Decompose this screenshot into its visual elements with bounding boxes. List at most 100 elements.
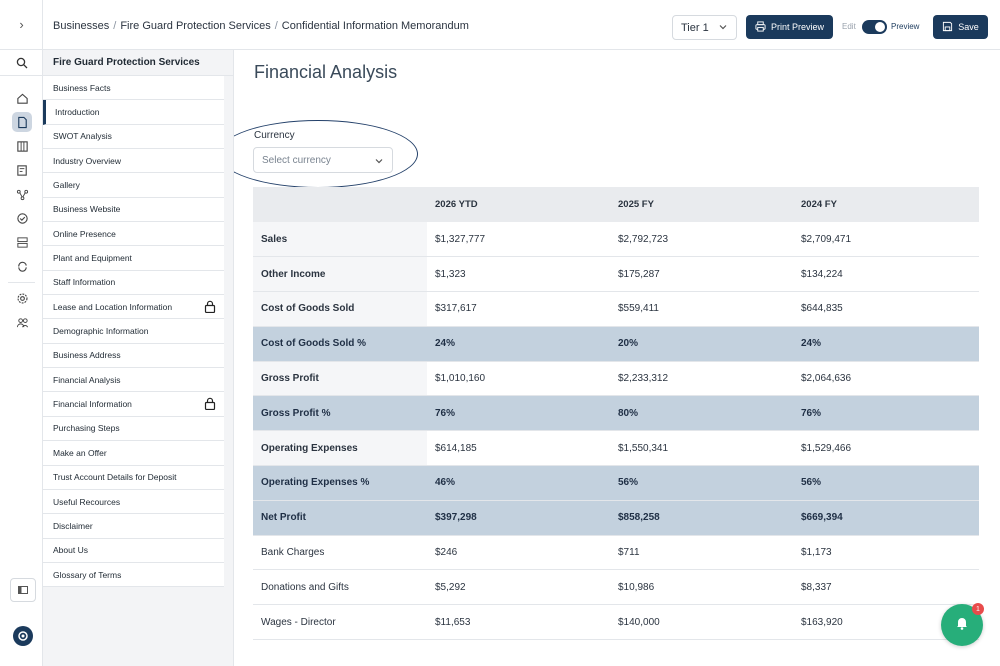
- sidebar-item[interactable]: Disclaimer: [43, 514, 224, 539]
- rail-divider: [8, 282, 35, 283]
- breadcrumb: Businesses / Fire Guard Protection Service…: [53, 20, 469, 32]
- expand-sidebar-icon[interactable]: ›: [0, 0, 43, 50]
- sidebar-item[interactable]: Plant and Equipment: [43, 246, 224, 271]
- sidebar-item[interactable]: Introduction: [43, 100, 224, 125]
- tier-select[interactable]: Tier 1: [672, 15, 737, 40]
- row-value: 24%: [793, 326, 979, 362]
- sidebar-item[interactable]: About Us: [43, 538, 224, 563]
- panel-toggle-icon[interactable]: [10, 578, 36, 602]
- sidebar-item[interactable]: Industry Overview: [43, 149, 224, 174]
- sidebar-item[interactable]: Gallery: [43, 173, 224, 198]
- row-label: Wages - Director: [253, 604, 427, 641]
- app-logo-icon[interactable]: [13, 626, 33, 646]
- sidebar-item[interactable]: Glossary of Terms: [43, 562, 224, 588]
- sidebar-item[interactable]: Staff Information: [43, 270, 224, 296]
- row-label: Donations and Gifts: [253, 569, 427, 606]
- main-content: Financial Analysis Currency Select curre…: [234, 50, 1000, 666]
- table-row: Operating Expenses % 46% 56% 56%: [253, 465, 979, 501]
- sidebar-item-label: Lease and Location Information: [53, 301, 173, 312]
- sidebar-item-label: Staff Information: [53, 277, 116, 288]
- row-value: $1,550,341: [610, 430, 793, 467]
- sidebar-item[interactable]: Business Website: [43, 197, 224, 223]
- row-value: 76%: [793, 395, 979, 432]
- chevron-down-icon: [718, 22, 728, 35]
- lock-icon: [204, 300, 216, 315]
- row-value: $858,258: [610, 500, 793, 536]
- save-button[interactable]: Save: [933, 15, 988, 39]
- table-row: Gross Profit $1,010,160 $2,233,312 $2,064,6…: [253, 361, 979, 397]
- sidebar-item[interactable]: SWOT Analysis: [43, 124, 224, 150]
- row-label: Operating Expenses %: [253, 465, 427, 501]
- row-value: $614,185: [427, 430, 610, 467]
- sidebar-item-label: Plant and Equipment: [53, 253, 132, 264]
- breadcrumb-current: Confidential Information Memorandum: [281, 20, 469, 32]
- row-value: $134,224: [793, 256, 979, 293]
- sidebar-item[interactable]: Business Address: [43, 343, 224, 369]
- save-label: Save: [958, 22, 979, 32]
- column-header: 2026 YTD: [427, 187, 610, 222]
- sidebar-item[interactable]: Lease and Location Information: [43, 295, 224, 320]
- sidebar-item[interactable]: Purchasing Steps: [43, 416, 224, 442]
- server-icon[interactable]: [12, 232, 32, 252]
- row-label: Gross Profit %: [253, 395, 427, 432]
- search-icon[interactable]: [0, 50, 43, 76]
- row-value: 24%: [427, 326, 610, 362]
- table-row: Sales $1,327,777 $2,792,723 $2,709,471: [253, 222, 979, 258]
- sidebar-item-label: Business Facts: [53, 82, 111, 93]
- row-value: 80%: [610, 395, 793, 432]
- sync-icon[interactable]: [12, 256, 32, 276]
- print-preview-button[interactable]: Print Preview: [746, 15, 833, 39]
- sidebar-item-label: Business Website: [53, 204, 121, 215]
- sidebar-item[interactable]: Financial Information: [43, 392, 224, 417]
- edit-list-icon[interactable]: [12, 160, 32, 180]
- table-row: Wages - Director $11,653 $140,000 $163,920: [253, 604, 979, 641]
- gear-icon[interactable]: [12, 288, 32, 308]
- table-row: Bank Charges $246 $711 $1,173: [253, 535, 979, 571]
- row-value: $1,323: [427, 256, 610, 293]
- lock-icon: [204, 397, 216, 412]
- row-value: $1,173: [793, 535, 979, 571]
- table-row: Cost of Goods Sold $317,617 $559,411 $644,8…: [253, 291, 979, 327]
- row-value: $1,529,466: [793, 430, 979, 467]
- store-icon[interactable]: [12, 136, 32, 156]
- table-row: Cost of Goods Sold % 24% 20% 24%: [253, 326, 979, 362]
- sidebar-item[interactable]: Business Facts: [43, 76, 224, 101]
- edit-preview-toggle[interactable]: [862, 20, 887, 34]
- table-row: Gross Profit % 76% 80% 76%: [253, 395, 979, 432]
- row-value: $11,653: [427, 604, 610, 641]
- sidebar-item[interactable]: Demographic Information: [43, 319, 224, 344]
- sidebar-item-label: About Us: [53, 545, 88, 556]
- notification-count-badge: 1: [972, 603, 984, 615]
- sections-sidebar: Fire Guard Protection Services Business …: [43, 50, 234, 666]
- home-icon[interactable]: [12, 88, 32, 108]
- sidebar-item[interactable]: Trust Account Details for Deposit: [43, 465, 224, 490]
- users-icon[interactable]: [12, 312, 32, 332]
- sidebar-item-label: Business Address: [53, 350, 121, 361]
- row-label: Net Profit: [253, 500, 427, 536]
- row-value: $140,000: [610, 604, 793, 641]
- sidebar-item-label: Industry Overview: [53, 155, 122, 166]
- sidebar-item-label: Make an Offer: [53, 447, 107, 458]
- row-label: Cost of Goods Sold: [253, 291, 427, 327]
- bell-icon: [954, 615, 970, 636]
- network-icon[interactable]: [12, 184, 32, 204]
- check-circle-icon[interactable]: [12, 208, 32, 228]
- breadcrumb-businesses[interactable]: Businesses: [53, 20, 109, 32]
- chevron-down-icon: [374, 156, 384, 169]
- sidebar-item[interactable]: Useful Recources: [43, 489, 224, 515]
- currency-placeholder: Select currency: [262, 154, 331, 166]
- save-icon: [942, 21, 953, 34]
- row-value: $1,010,160: [427, 361, 610, 397]
- sidebar-item[interactable]: Financial Analysis: [43, 368, 224, 393]
- row-label: Gross Profit: [253, 361, 427, 397]
- sidebar-item[interactable]: Online Presence: [43, 222, 224, 247]
- sidebar-item-label: Financial Information: [53, 399, 132, 410]
- sidebar-item[interactable]: Make an Offer: [43, 441, 224, 466]
- document-icon[interactable]: [12, 112, 32, 132]
- column-header: [253, 187, 427, 222]
- table-row: Donations and Gifts $5,292 $10,986 $8,337: [253, 569, 979, 606]
- sidebar-item-label: Disclaimer: [53, 520, 93, 531]
- row-value: $2,709,471: [793, 222, 979, 258]
- currency-select[interactable]: Select currency: [253, 147, 393, 173]
- breadcrumb-business[interactable]: Fire Guard Protection Services: [120, 20, 270, 32]
